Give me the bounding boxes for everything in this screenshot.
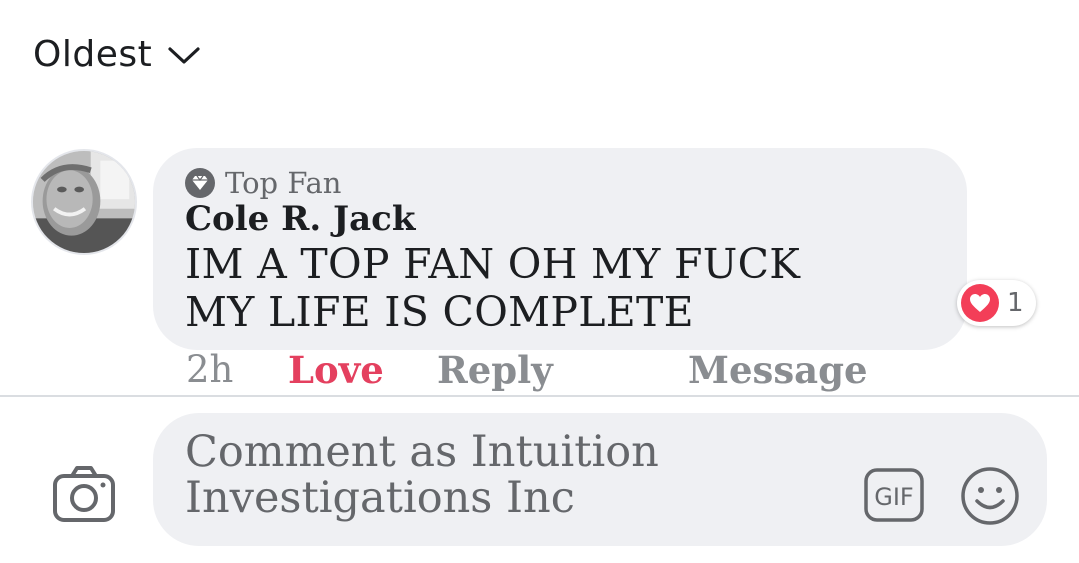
top-fan-badge: Top Fan <box>185 166 935 200</box>
divider <box>0 395 1079 397</box>
camera-icon[interactable] <box>52 464 116 524</box>
reaction-summary[interactable]: 1 <box>957 280 1036 326</box>
comment-input[interactable]: Comment as Intuition Investigations Inc … <box>153 413 1047 546</box>
gif-icon[interactable]: GIF <box>864 468 924 522</box>
smiley-icon[interactable] <box>960 466 1020 526</box>
comment-author[interactable]: Cole R. Jack <box>185 200 935 238</box>
heart-icon <box>961 284 999 322</box>
comment-input-placeholder: Comment as Intuition Investigations Inc <box>185 427 659 523</box>
gif-label: GIF <box>874 483 913 511</box>
comment-text-line: MY LIFE IS COMPLETE <box>185 288 694 336</box>
reply-button[interactable]: Reply <box>437 348 553 392</box>
reaction-count: 1 <box>1007 288 1024 318</box>
diamond-icon <box>185 168 215 198</box>
sort-dropdown[interactable]: Oldest <box>33 34 202 75</box>
badge-label: Top Fan <box>225 166 342 200</box>
avatar[interactable] <box>31 149 137 255</box>
comment-text: IM A TOP FAN OH MY FUCK MY LIFE IS COMPL… <box>185 240 935 336</box>
chevron-down-icon <box>168 46 200 64</box>
message-button[interactable]: Message <box>688 348 868 392</box>
comment-bubble[interactable]: Top Fan Cole R. Jack IM A TOP FAN OH MY … <box>153 148 967 350</box>
avatar-photo <box>33 151 135 253</box>
comment-timestamp: 2h <box>186 348 234 391</box>
sort-label: Oldest <box>33 34 153 75</box>
love-button[interactable]: Love <box>288 348 384 392</box>
comment-actions: 2h Love Reply Message <box>0 348 1079 392</box>
comment-text-line: IM A TOP FAN OH MY FUCK <box>185 240 801 288</box>
